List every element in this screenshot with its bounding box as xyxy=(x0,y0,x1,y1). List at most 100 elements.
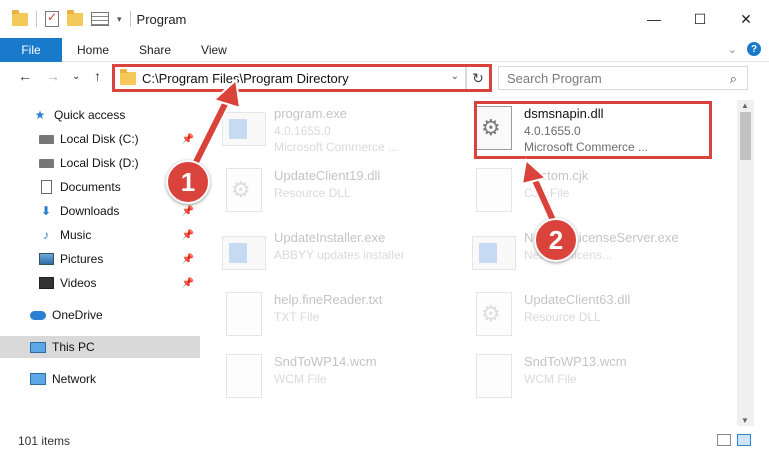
sidebar-item-onedrive[interactable]: OneDrive xyxy=(0,304,200,326)
file-item-program-exe[interactable]: program.exe 4.0.1655.0 Microsoft Commerc… xyxy=(210,100,450,156)
file-item-updateclient63-dll[interactable]: UpdateClient63.dll Resource DLL xyxy=(460,286,700,342)
file-type: Resource DLL xyxy=(274,186,351,200)
recent-locations-chevron-icon[interactable]: ⌄ xyxy=(72,71,80,82)
file-name: Custom.cjk xyxy=(524,168,589,183)
sidebar-item-local-disk-c[interactable]: Local Disk (C:) 📌 xyxy=(0,128,200,150)
status-bar: 101 items xyxy=(0,426,769,456)
exe-icon xyxy=(222,236,266,270)
sidebar-item-downloads[interactable]: ⬇ Downloads 📌 xyxy=(0,200,200,222)
sidebar-item-pictures[interactable]: Pictures 📌 xyxy=(0,248,200,270)
file-item-sndtowp13-wcm[interactable]: SndToWP13.wcm WCM File xyxy=(460,348,700,404)
sidebar-item-label: Documents xyxy=(60,180,121,194)
network-icon xyxy=(30,372,46,386)
pin-icon[interactable]: 📌 xyxy=(182,254,194,265)
drive-icon xyxy=(38,156,54,170)
pc-icon xyxy=(30,340,46,354)
tab-view[interactable]: View xyxy=(186,43,242,57)
pictures-icon xyxy=(38,252,54,266)
ribbon-tabs: File Home Share View ⌄ ? xyxy=(0,37,769,62)
forward-arrow-icon[interactable]: → xyxy=(46,68,60,84)
item-count: 101 items xyxy=(18,434,71,448)
close-button[interactable]: ✕ xyxy=(723,0,769,38)
sidebar-item-label: Network xyxy=(52,372,97,386)
properties-icon[interactable] xyxy=(45,10,59,27)
sidebar-item-videos[interactable]: Videos 📌 xyxy=(0,272,200,294)
sidebar-item-music[interactable]: ♪ Music 📌 xyxy=(0,224,200,246)
pin-icon[interactable]: 📌 xyxy=(182,206,194,217)
sidebar-item-quick-access[interactable]: ★ Quick access xyxy=(0,104,200,126)
file-item-updateclient19-dll[interactable]: UpdateClient19.dll Resource DLL xyxy=(210,162,450,218)
tab-share[interactable]: Share xyxy=(124,43,186,57)
sidebar-item-label: This PC xyxy=(52,340,95,354)
exe-icon xyxy=(472,236,516,270)
file-highlight xyxy=(474,101,712,159)
file-icon xyxy=(226,292,262,336)
expand-ribbon-chevron-icon[interactable]: ⌄ xyxy=(728,43,737,56)
file-type: Resource DLL xyxy=(524,310,601,324)
drive-icon xyxy=(38,132,54,146)
sidebar-item-label: Local Disk (C:) xyxy=(60,132,139,146)
download-icon: ⬇ xyxy=(40,204,52,218)
view-options-icon[interactable] xyxy=(91,12,109,26)
document-icon xyxy=(38,180,54,194)
search-icon[interactable]: ⌕ xyxy=(730,71,737,87)
view-toggle xyxy=(717,434,751,446)
dll-icon xyxy=(476,292,512,336)
sidebar-item-label: Pictures xyxy=(60,252,104,266)
tab-home[interactable]: Home xyxy=(62,43,124,57)
file-item-custom-cjk[interactable]: Custom.cjk CJK File xyxy=(460,162,700,218)
navigation-pane: ★ Quick access Local Disk (C:) 📌 Local D… xyxy=(0,100,200,426)
file-item-sndtowp14-wcm[interactable]: SndToWP14.wcm WCM File xyxy=(210,348,450,404)
sidebar-item-label: Local Disk (D:) xyxy=(60,156,139,170)
videos-icon xyxy=(38,276,54,290)
file-item-networklicenseserver-exe[interactable]: NetworkLicenseServer.exe Network licens.… xyxy=(460,224,700,280)
cloud-icon xyxy=(30,308,46,322)
customize-toolbar-chevron-icon[interactable]: ▾ xyxy=(117,14,122,25)
sidebar-item-label: Videos xyxy=(60,276,97,290)
address-bar-highlight xyxy=(112,64,492,92)
sidebar-item-this-pc[interactable]: This PC xyxy=(0,336,200,358)
file-type: ABBYY updates installer xyxy=(274,248,405,262)
vertical-scrollbar[interactable]: ▲ ▼ xyxy=(737,100,754,426)
file-name: UpdateInstaller.exe xyxy=(274,230,386,245)
pin-icon[interactable]: 📌 xyxy=(182,278,194,289)
maximize-button[interactable]: ☐ xyxy=(677,0,723,38)
pin-icon[interactable]: 📌 xyxy=(182,230,194,241)
scrollbar-thumb[interactable] xyxy=(740,112,751,160)
pin-icon[interactable]: 📌 xyxy=(182,134,194,145)
new-folder-icon[interactable] xyxy=(67,9,83,26)
file-name: help.fineReader.txt xyxy=(274,292,383,307)
toolbar-divider xyxy=(129,11,131,27)
scroll-down-arrow-icon[interactable]: ▼ xyxy=(741,416,749,425)
file-type: WCM File xyxy=(274,372,327,386)
search-input[interactable] xyxy=(507,70,717,86)
step-1-badge: 1 xyxy=(166,160,210,204)
window-controls: — ☐ ✕ xyxy=(631,0,769,38)
file-name: SndToWP13.wcm xyxy=(524,354,627,369)
back-arrow-icon[interactable]: ← xyxy=(18,68,32,84)
file-item-updateinstaller-exe[interactable]: UpdateInstaller.exe ABBYY updates instal… xyxy=(210,224,450,280)
quick-access-toolbar: ▾ xyxy=(0,9,131,27)
exe-icon xyxy=(222,112,266,146)
sidebar-item-label: Downloads xyxy=(60,204,120,218)
scroll-up-arrow-icon[interactable]: ▲ xyxy=(741,101,749,110)
details-view-icon[interactable] xyxy=(717,434,731,446)
sidebar-item-network[interactable]: Network xyxy=(0,368,200,390)
folder-icon xyxy=(12,9,28,26)
file-item-help-finereader-txt[interactable]: help.fineReader.txt TXT File xyxy=(210,286,450,342)
help-icon[interactable]: ? xyxy=(747,42,761,56)
window-title: Program xyxy=(136,11,187,27)
tab-file[interactable]: File xyxy=(0,37,62,62)
step-2-badge: 2 xyxy=(534,218,578,262)
file-name: UpdateClient19.dll xyxy=(274,168,381,183)
file-icon xyxy=(226,354,262,398)
up-arrow-icon[interactable]: ↑ xyxy=(94,68,101,84)
star-icon: ★ xyxy=(34,108,46,122)
file-type: TXT File xyxy=(274,310,320,324)
file-name: SndToWP14.wcm xyxy=(274,354,377,369)
toolbar-divider xyxy=(36,11,37,27)
tiles-view-icon[interactable] xyxy=(737,434,751,446)
minimize-button[interactable]: — xyxy=(631,0,677,38)
search-box[interactable]: ⌕ xyxy=(498,66,748,90)
dll-icon xyxy=(226,168,262,212)
